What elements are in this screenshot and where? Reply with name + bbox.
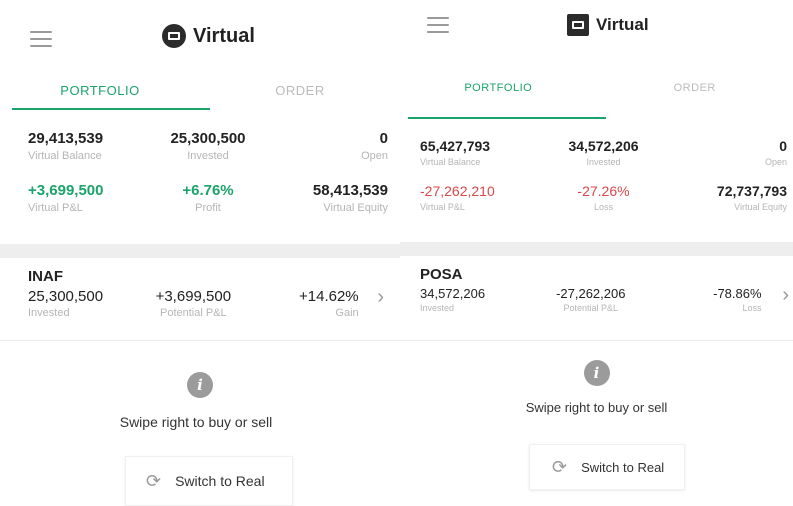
virtual-pnl-value: +3,699,500 xyxy=(28,182,104,199)
tab-portfolio[interactable]: PORTFOLIO xyxy=(400,78,597,118)
position-gain-label: Gain xyxy=(335,307,359,319)
empty-hint: i Swipe right to buy or sell xyxy=(0,372,400,430)
loss-label: Loss xyxy=(593,202,613,212)
shield-icon xyxy=(162,24,186,48)
position-row[interactable]: POSA 34,572,206 Invested -27,262,206 Poten… xyxy=(400,266,793,338)
virtual-pnl-label: Virtual P&L xyxy=(28,202,83,214)
position-invested-label: Invested xyxy=(28,307,70,319)
virtual-balance-value: 29,413,539 xyxy=(28,130,104,147)
row-divider xyxy=(400,340,793,341)
tab-order[interactable]: ORDER xyxy=(597,78,793,118)
brand: Virtual xyxy=(567,14,649,36)
empty-hint: i Swipe right to buy or sell xyxy=(400,360,793,415)
tab-order[interactable]: ORDER xyxy=(200,80,400,110)
hamburger-menu-icon[interactable] xyxy=(30,31,52,47)
position-gain-value: +14.62% xyxy=(299,288,359,305)
switch-to-real-button[interactable]: ⟳ Switch to Real xyxy=(125,456,293,506)
position-loss-label: Loss xyxy=(742,303,762,313)
top-bar: Virtual xyxy=(0,0,400,80)
refresh-icon: ⟳ xyxy=(146,470,162,491)
position-invested-value: 34,572,206 xyxy=(420,286,486,301)
invested-value: 25,300,500 xyxy=(170,130,246,147)
top-bar: Virtual xyxy=(400,0,793,80)
invested-value: 34,572,206 xyxy=(568,138,639,154)
open-value: 0 xyxy=(779,138,787,154)
position-pnl-label: Potential P&L xyxy=(563,303,619,313)
virtual-pnl-value: -27,262,210 xyxy=(420,183,495,199)
position-loss-value: -78.86% xyxy=(713,286,762,301)
position-invested-label: Invested xyxy=(420,303,455,313)
position-invested-value: 25,300,500 xyxy=(28,288,104,305)
virtual-equity-label: Virtual Equity xyxy=(734,202,787,212)
hamburger-menu-icon[interactable] xyxy=(427,17,449,33)
invested-label: Invested xyxy=(586,157,621,167)
position-pnl-value: +3,699,500 xyxy=(155,288,232,305)
screen-left: Virtual PORTFOLIO ORDER 29,413,539 Virtua… xyxy=(0,0,400,506)
brand-title: Virtual xyxy=(193,24,255,47)
brand-title: Virtual xyxy=(596,15,649,34)
brand: Virtual xyxy=(162,24,255,48)
tab-bar: PORTFOLIO ORDER xyxy=(0,80,400,110)
chevron-right-icon[interactable]: › xyxy=(377,286,384,309)
row-divider xyxy=(0,340,400,341)
portfolio-stats: 29,413,539 Virtual Balance 25,300,500 Inve… xyxy=(0,130,400,214)
chevron-right-icon[interactable]: › xyxy=(782,284,789,307)
invested-label: Invested xyxy=(187,150,229,162)
profit-label: Profit xyxy=(195,202,221,214)
tab-bar: PORTFOLIO ORDER xyxy=(400,78,793,118)
section-divider xyxy=(400,242,793,256)
tab-indicator xyxy=(408,117,606,119)
position-pnl-label: Potential P&L xyxy=(160,307,227,319)
card-icon xyxy=(567,14,589,36)
screen-right: Virtual PORTFOLIO ORDER 65,427,793 Virtua… xyxy=(400,0,793,506)
loss-value: -27.26% xyxy=(577,183,630,199)
position-symbol: INAF xyxy=(28,268,63,285)
virtual-equity-value: 72,737,793 xyxy=(716,183,787,199)
info-icon: i xyxy=(583,360,610,386)
tab-portfolio[interactable]: PORTFOLIO xyxy=(0,80,200,110)
virtual-pnl-label: Virtual P&L xyxy=(420,202,465,212)
switch-to-real-button[interactable]: ⟳ Switch to Real xyxy=(529,444,685,490)
virtual-equity-value: 58,413,539 xyxy=(312,182,388,199)
virtual-balance-value: 65,427,793 xyxy=(420,138,491,154)
position-symbol: POSA xyxy=(420,266,463,283)
position-pnl-value: -27,262,206 xyxy=(556,286,626,301)
open-label: Open xyxy=(764,157,787,167)
swipe-hint-text: Swipe right to buy or sell xyxy=(525,400,668,415)
section-divider xyxy=(0,244,400,258)
refresh-icon: ⟳ xyxy=(552,456,568,477)
open-value: 0 xyxy=(379,130,388,147)
virtual-balance-label: Virtual Balance xyxy=(28,150,102,162)
portfolio-stats: 65,427,793 Virtual Balance 34,572,206 Inve… xyxy=(400,138,793,212)
info-icon: i xyxy=(187,372,213,398)
swipe-hint-text: Swipe right to buy or sell xyxy=(119,414,273,430)
position-row[interactable]: INAF 25,300,500 Invested +3,699,500 Potent… xyxy=(0,268,400,338)
switch-to-real-label: Switch to Real xyxy=(581,459,665,475)
open-label: Open xyxy=(361,150,388,162)
virtual-balance-label: Virtual Balance xyxy=(420,157,481,167)
virtual-equity-label: Virtual Equity xyxy=(323,202,388,214)
profit-value: +6.76% xyxy=(182,182,234,199)
switch-to-real-label: Switch to Real xyxy=(175,473,265,489)
tab-indicator xyxy=(12,108,210,110)
